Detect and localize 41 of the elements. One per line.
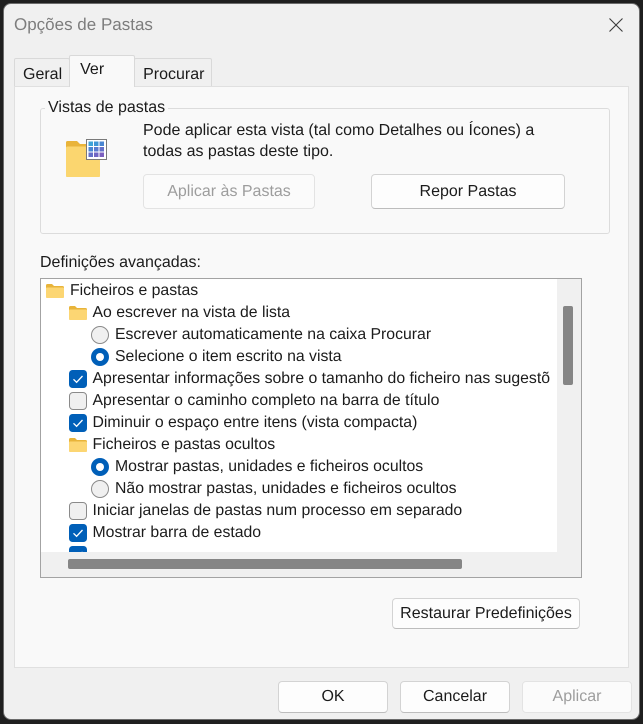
scrollbar-thumb[interactable]: [68, 559, 462, 569]
radio-button[interactable]: [91, 458, 109, 476]
group-title: Vistas de pastas: [47, 99, 166, 117]
setting-label[interactable]: Iniciar janelas de pastas num processo em separado: [92, 500, 462, 522]
description-text: Pode aplicar esta vista (tal como Detalhes ou Ícones) a todas as pastas deste tipo.: [143, 120, 536, 162]
category-label: Ficheiros e pastas ocultos: [92, 435, 276, 455]
radio-button[interactable]: [91, 480, 109, 498]
close-icon[interactable]: [609, 18, 623, 32]
checkbox[interactable]: [68, 370, 86, 388]
checkbox[interactable]: [68, 502, 86, 520]
setting-label[interactable]: Não mostrar pastas, unidades e ficheiros ocultos: [115, 478, 457, 500]
radio-button[interactable]: [91, 326, 109, 344]
folder-icon: [68, 306, 86, 320]
category-label: Ficheiros e pastas: [70, 281, 198, 301]
scrollbar-thumb[interactable]: [563, 306, 573, 385]
setting-label[interactable]: Escrever automaticamente na caixa Procurar: [115, 324, 432, 346]
folder-icon: [46, 284, 64, 298]
tab[interactable]: Procurar: [134, 58, 212, 86]
setting-label[interactable]: Selecione o item escrito na vista: [115, 346, 342, 368]
tab[interactable]: Ver: [69, 55, 136, 87]
setting-label[interactable]: Mostrar barra de estado: [92, 522, 262, 544]
horizontal-scrollbar[interactable]: [41, 552, 557, 577]
setting-label[interactable]: Mostrar pastas, unidades e ficheiros ocultos: [115, 456, 424, 478]
setting-label[interactable]: Diminuir o espaço entre itens (vista compacta): [92, 412, 418, 434]
dialog-button[interactable]: OK: [278, 681, 388, 713]
setting-label[interactable]: Apresentar o caminho completo na barra de título: [92, 390, 440, 412]
window-title: Opções de Pastas: [14, 15, 154, 35]
restore-defaults-button[interactable]: Restaurar Predefinições: [392, 598, 580, 629]
vertical-scrollbar[interactable]: [557, 279, 581, 577]
view-button[interactable]: Repor Pastas: [371, 174, 565, 209]
checkbox[interactable]: [68, 392, 86, 410]
radio-button[interactable]: [91, 348, 109, 366]
tab[interactable]: Geral: [14, 58, 70, 86]
checkbox[interactable]: [68, 414, 86, 432]
dialog-button[interactable]: Cancelar: [400, 681, 510, 713]
checkbox[interactable]: [68, 524, 86, 542]
setting-label[interactable]: Apresentar informações sobre o tamanho do ficheiro nas sugestõ: [92, 368, 550, 390]
category-label: Ao escrever na vista de lista: [92, 303, 290, 323]
folder-icon: [68, 438, 86, 452]
section-label: Definições avançadas:: [40, 254, 202, 272]
folder-grid-icon: [65, 139, 107, 179]
